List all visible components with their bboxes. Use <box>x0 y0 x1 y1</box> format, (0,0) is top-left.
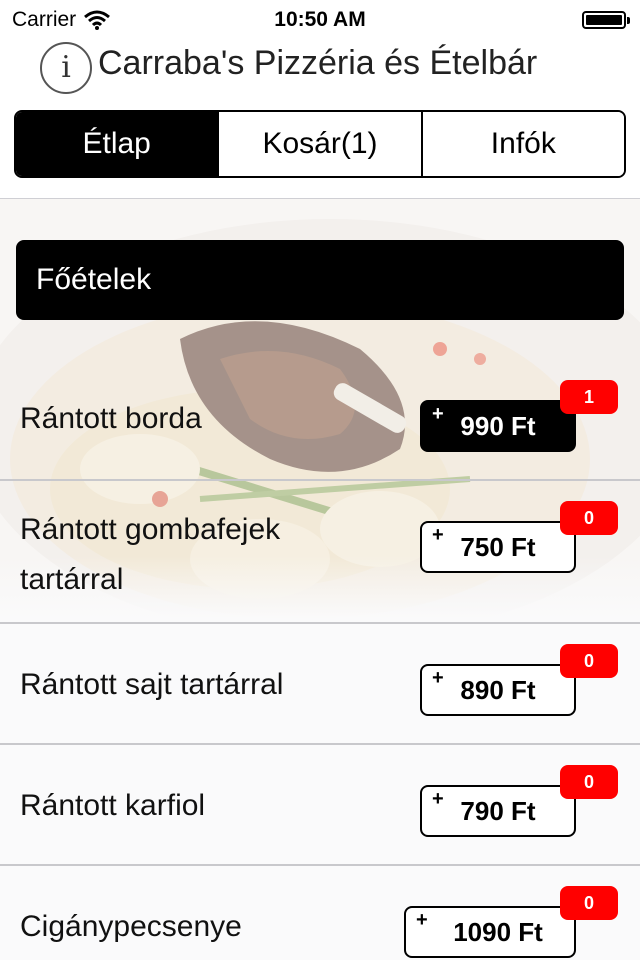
plus-icon: + <box>416 909 428 931</box>
info-button[interactable]: i <box>40 42 92 94</box>
quantity-badge: 1 <box>560 380 618 414</box>
quantity-badge: 0 <box>560 501 618 535</box>
menu-item-name: Rántott borda <box>20 402 202 435</box>
add-to-cart-button[interactable]: + 1090 Ft <box>404 906 576 958</box>
plus-icon: + <box>432 788 444 810</box>
menu-item-row: Rántott gombafejek tartárral + 750 Ft 0 <box>0 481 640 624</box>
price-label: 790 Ft <box>460 795 536 826</box>
quantity-badge: 0 <box>560 644 618 678</box>
tab-kosar[interactable]: Kosár(1) <box>219 112 423 176</box>
menu-item-row: Rántott karfiol + 790 Ft 0 <box>0 745 640 866</box>
quantity-badge: 0 <box>560 765 618 799</box>
app-header: i Carraba's Pizzéria és Ételbár Étlap Ko… <box>0 40 640 199</box>
add-to-cart-button[interactable]: + 790 Ft <box>420 785 576 837</box>
add-to-cart-button[interactable]: + 890 Ft <box>420 664 576 716</box>
menu-item-name: Rántott karfiol <box>20 789 206 822</box>
status-bar: Carrier 10:50 AM <box>0 0 640 40</box>
battery-icon <box>582 11 630 29</box>
section-header-main-courses: Főételek <box>16 240 624 320</box>
price-label: 890 Ft <box>460 674 536 705</box>
add-to-cart-button[interactable]: + 750 Ft <box>420 521 576 573</box>
plus-icon: + <box>432 667 444 689</box>
price-label: 990 Ft <box>460 410 536 441</box>
tab-etlap[interactable]: Étlap <box>16 112 220 176</box>
plus-icon: + <box>432 403 444 425</box>
plus-icon: + <box>432 524 444 546</box>
tab-infok[interactable]: Infók <box>422 112 624 176</box>
menu-item-name: Rántott gombafejek tartárral <box>20 513 281 596</box>
menu-list[interactable]: Főételek Rántott borda + 990 Ft 1 Rántot… <box>0 199 640 960</box>
quantity-badge: 0 <box>560 886 618 920</box>
add-to-cart-button[interactable]: + 990 Ft <box>420 400 576 452</box>
menu-item-row: Rántott borda + 990 Ft 1 <box>0 360 640 481</box>
menu-item-name: Rántott sajt tartárral <box>20 668 284 701</box>
page-title: Carraba's Pizzéria és Ételbár <box>98 44 538 82</box>
menu-item-name: Cigánypecsenye <box>20 910 242 943</box>
price-label: 1090 Ft <box>453 916 543 947</box>
menu-item-row: Rántott sajt tartárral + 890 Ft 0 <box>0 624 640 745</box>
clock: 10:50 AM <box>274 8 366 31</box>
price-label: 750 Ft <box>460 531 536 562</box>
menu-item-row: Cigánypecsenye + 1090 Ft 0 <box>0 866 640 960</box>
tab-bar: Étlap Kosár(1) Infók <box>14 110 626 178</box>
